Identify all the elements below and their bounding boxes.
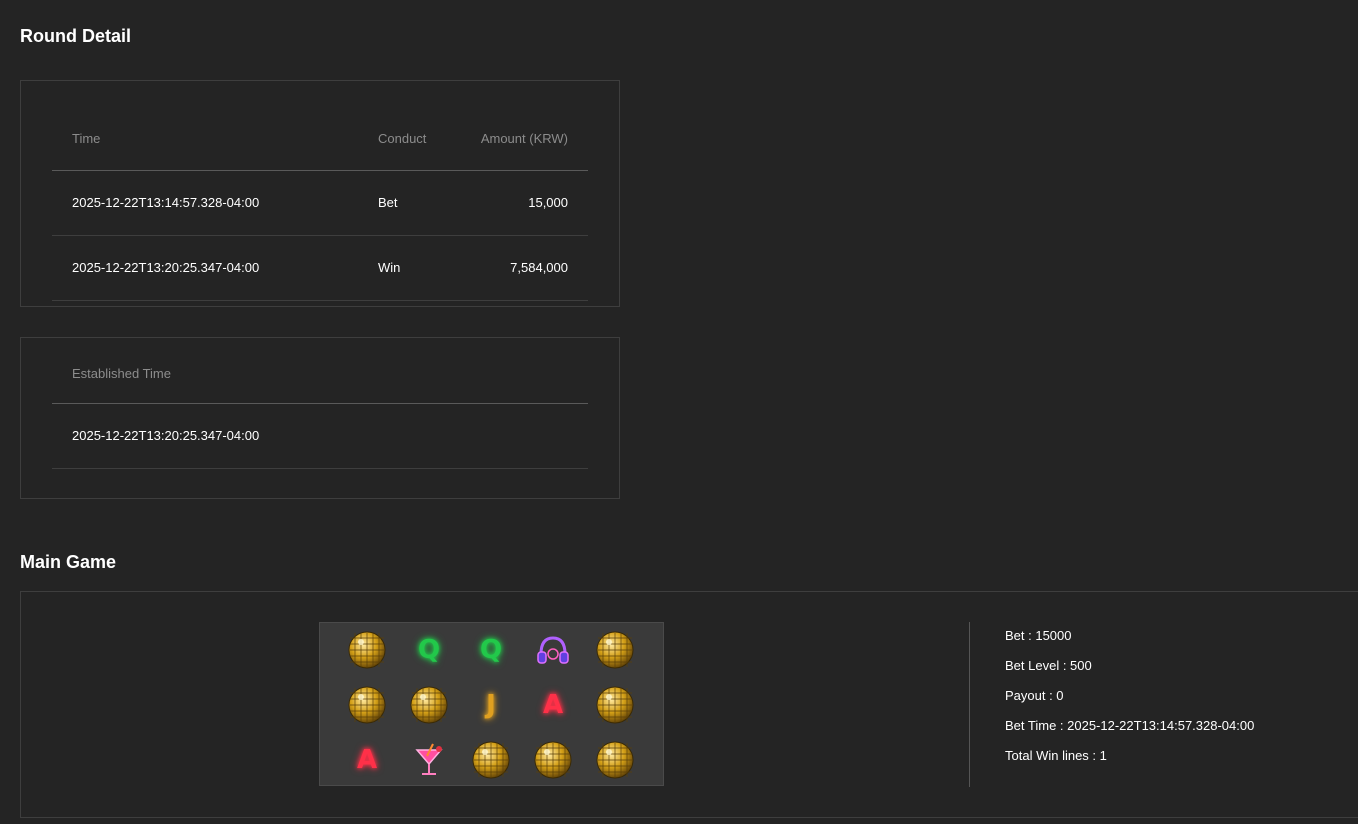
table-row: 2025-12-22T13:20:25.347-04:00 Win 7,584,… xyxy=(52,235,588,301)
letter-q-symbol: Q xyxy=(417,635,441,665)
main-game-card xyxy=(20,591,1358,818)
round-detail-title: Round Detail xyxy=(20,26,131,46)
established-table: Established Time 2025-12-22T13:20:25.347… xyxy=(52,345,588,469)
info-divider xyxy=(969,622,970,787)
row-amount: 15,000 xyxy=(460,170,588,236)
table-row: 2025-12-22T13:14:57.328-04:00 Bet 15,000 xyxy=(52,170,588,236)
row-conduct: Bet xyxy=(358,170,460,236)
table-row: 2025-12-22T13:20:25.347-04:00 xyxy=(52,403,588,469)
letter-a-symbol: A xyxy=(356,745,378,775)
header-established-time: Established Time xyxy=(52,345,588,404)
headphones-icon xyxy=(528,628,578,672)
header-conduct: Conduct xyxy=(358,108,460,171)
round-detail-card: Time Conduct Amount (KRW) 2025-12-22T13:… xyxy=(20,80,620,307)
main-game-title: Main Game xyxy=(20,552,117,572)
table-header-row: Time Conduct Amount (KRW) xyxy=(52,108,588,171)
header-time: Time xyxy=(52,108,358,171)
round-detail-table: Time Conduct Amount (KRW) 2025-12-22T13:… xyxy=(52,108,588,301)
total-win-lines-info: Total Win lines : 1 xyxy=(1005,748,1107,763)
disco-ball-icon xyxy=(342,683,392,727)
row-conduct: Win xyxy=(358,235,460,301)
letter-j-symbol: J xyxy=(486,690,496,720)
row-time: 2025-12-22T13:14:57.328-04:00 xyxy=(52,170,358,236)
table-header-row: Established Time xyxy=(52,345,588,404)
bet-level-info: Bet Level : 500 xyxy=(1005,658,1092,673)
established-card: Established Time 2025-12-22T13:20:25.347… xyxy=(20,337,620,499)
payout-info: Payout : 0 xyxy=(1005,688,1064,703)
disco-ball-icon xyxy=(590,628,640,672)
disco-ball-icon xyxy=(404,683,454,727)
disco-ball-icon xyxy=(342,628,392,672)
letter-q-symbol: Q xyxy=(479,635,503,665)
disco-ball-icon xyxy=(466,738,516,782)
disco-ball-icon xyxy=(590,738,640,782)
established-time-value: 2025-12-22T13:20:25.347-04:00 xyxy=(52,403,588,469)
bet-time-info: Bet Time : 2025-12-22T13:14:57.328-04:00 xyxy=(1005,718,1255,733)
row-amount: 7,584,000 xyxy=(460,235,588,301)
row-time: 2025-12-22T13:20:25.347-04:00 xyxy=(52,235,358,301)
disco-ball-icon xyxy=(528,738,578,782)
disco-ball-icon xyxy=(590,683,640,727)
cocktail-icon xyxy=(404,738,454,782)
header-amount: Amount (KRW) xyxy=(460,108,588,171)
slot-reels-grid: QQJAA xyxy=(319,622,664,786)
bet-info: Bet : 15000 xyxy=(1005,628,1072,643)
letter-a-symbol: A xyxy=(542,690,564,720)
